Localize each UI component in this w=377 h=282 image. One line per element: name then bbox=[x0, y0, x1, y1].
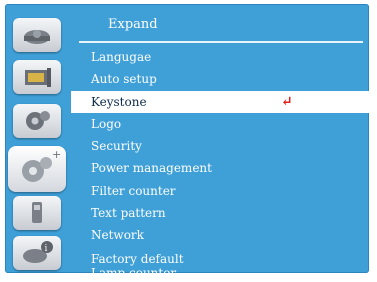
menu-item-label: Logo bbox=[91, 116, 122, 131]
menu-item-filter-counter[interactable]: Filter counter bbox=[71, 180, 369, 202]
expand-gears-icon[interactable]: + bbox=[8, 146, 66, 192]
info-icon[interactable]: i bbox=[13, 236, 61, 270]
picture-settings-icon[interactable] bbox=[13, 60, 61, 94]
svg-text:i: i bbox=[45, 244, 48, 254]
svg-text:+: + bbox=[52, 148, 61, 161]
menu-header: Expand bbox=[71, 10, 363, 43]
menu-item-logo[interactable]: Logo bbox=[71, 113, 369, 135]
menu-item-language[interactable]: Langugae bbox=[71, 46, 369, 68]
menu-item-keystone[interactable]: Keystone ↵ bbox=[71, 90, 369, 113]
menu-item-label: Filter counter bbox=[91, 183, 176, 198]
menu-item-factory-default[interactable]: Factory default bbox=[71, 247, 369, 266]
display-icon[interactable] bbox=[13, 18, 61, 52]
menu-item-label: Security bbox=[91, 139, 142, 154]
menu-item-auto-setup[interactable]: Auto setup bbox=[71, 68, 369, 90]
menu-item-network[interactable]: Network bbox=[71, 224, 369, 246]
settings-gears-icon[interactable] bbox=[13, 104, 61, 138]
expand-menu-list: Langugae Auto setup Keystone ↵ Logo Secur… bbox=[71, 46, 369, 282]
menu-item-power-management[interactable]: Power management bbox=[71, 157, 369, 179]
menu-item-security[interactable]: Security bbox=[71, 135, 369, 157]
enter-icon: ↵ bbox=[281, 93, 293, 110]
menu-item-label: Auto setup bbox=[91, 72, 157, 87]
menu-item-label: Text pattern bbox=[91, 206, 166, 221]
menu-item-text-pattern[interactable]: Text pattern bbox=[71, 202, 369, 224]
menu-item-label: Langugae bbox=[91, 50, 152, 64]
menu-item-label: Lamp counter bbox=[91, 265, 177, 280]
menu-item-label: Network bbox=[91, 228, 144, 243]
menu-item-label: Power management bbox=[91, 161, 212, 176]
usb-icon[interactable] bbox=[13, 196, 61, 230]
menu-item-label: Keystone bbox=[91, 94, 147, 109]
category-sidebar: + i bbox=[5, 4, 71, 273]
menu-window: + i Expand Langugae Auto setup Keystone ↵… bbox=[5, 4, 369, 280]
title-divider bbox=[79, 41, 363, 43]
page-title: Expand bbox=[108, 17, 158, 32]
